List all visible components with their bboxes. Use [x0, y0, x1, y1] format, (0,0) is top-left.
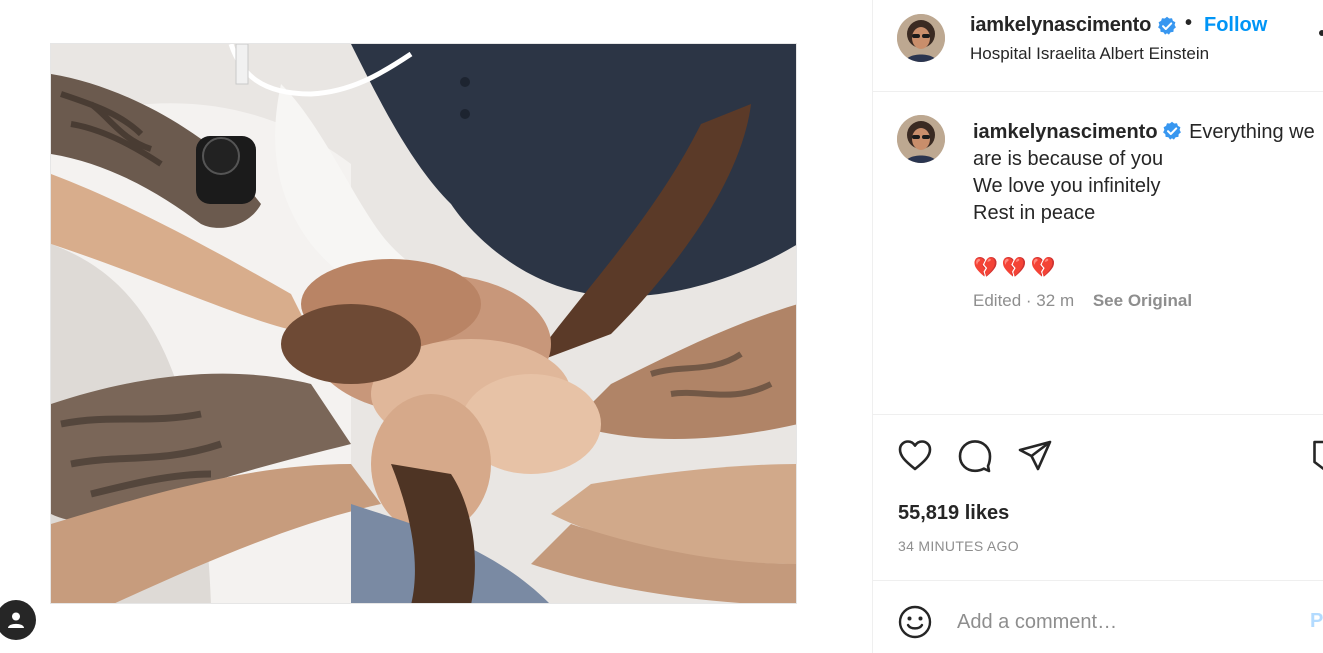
header-separator: •: [1185, 12, 1193, 34]
bookmark-icon[interactable]: [1313, 438, 1323, 474]
post-actions: 55,819 likes 34 MINUTES AGO: [873, 416, 1323, 581]
caption-area: iamkelynascimento Everything we are is b…: [873, 93, 1323, 415]
profile-button[interactable]: [0, 600, 36, 640]
caption-body-line-2: We love you infinitely: [973, 175, 1161, 197]
post-timestamp[interactable]: 34 MINUTES AGO: [898, 538, 1019, 554]
broken-heart-emoji: 💔: [1001, 257, 1031, 279]
caption-text: iamkelynascimento Everything we are is b…: [973, 119, 1318, 227]
post-photo-hands-image: [51, 44, 796, 603]
comment-icon[interactable]: [957, 438, 993, 474]
author-avatar[interactable]: [897, 14, 945, 62]
caption-author-avatar[interactable]: [897, 115, 945, 163]
caption-username[interactable]: iamkelynascimento: [973, 121, 1158, 143]
paper-plane-icon[interactable]: [1017, 438, 1053, 474]
author-username[interactable]: iamkelynascimento: [970, 14, 1151, 37]
verified-badge-icon: [1162, 121, 1181, 140]
see-original-button[interactable]: See Original: [1093, 291, 1192, 310]
likes-count[interactable]: 55,819 likes: [898, 502, 1009, 525]
avatar-image: [897, 115, 945, 163]
post-header: iamkelynascimento • Follow Hospital Isra…: [873, 0, 1323, 92]
smiley-icon[interactable]: [897, 604, 933, 640]
heart-icon[interactable]: [897, 438, 933, 474]
person-icon: [8, 612, 24, 628]
post-photo[interactable]: [50, 43, 797, 604]
media-pane: [0, 0, 872, 653]
caption-body-line-3: Rest in peace: [973, 202, 1096, 224]
avatar-image: [897, 14, 945, 62]
post-side-panel: iamkelynascimento • Follow Hospital Isra…: [872, 0, 1323, 653]
caption-hearts: 💔💔💔: [973, 255, 1060, 280]
comment-input[interactable]: [957, 606, 1277, 638]
post-location[interactable]: Hospital Israelita Albert Einstein: [970, 44, 1209, 64]
more-options-icon[interactable]: [1319, 30, 1323, 36]
caption-meta: Edited · 32 m See Original: [973, 291, 1192, 311]
edited-timestamp: Edited · 32 m: [973, 291, 1075, 310]
broken-heart-emoji: 💔: [973, 257, 1002, 279]
verified-badge-icon: [1158, 16, 1176, 35]
post-comment-button[interactable]: Po: [1310, 610, 1323, 633]
caption-first-line: iamkelynascimento Everything we are is b…: [973, 119, 1318, 173]
follow-button[interactable]: Follow: [1204, 14, 1267, 37]
comment-box: Po: [873, 582, 1323, 653]
broken-heart-emoji: 💔: [1030, 257, 1060, 279]
